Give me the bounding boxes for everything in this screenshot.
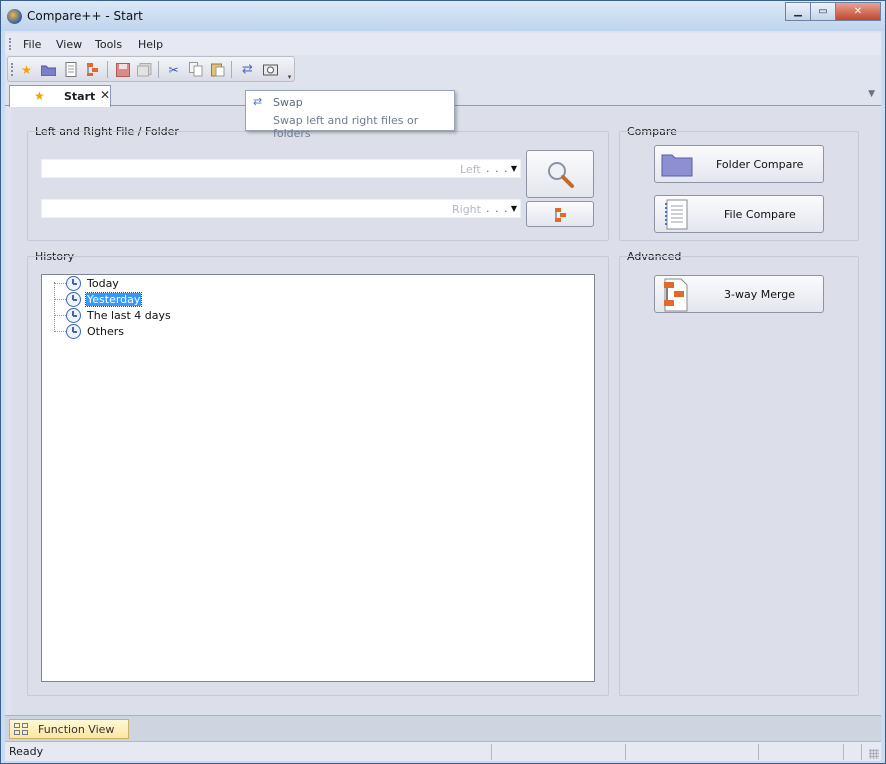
status-separator <box>491 744 492 760</box>
status-separator <box>861 744 862 760</box>
status-text: Ready <box>9 745 44 758</box>
app-window: Compare++ - Start ▁ ▭ ✕ File View Tools … <box>0 0 886 764</box>
status-separator <box>843 744 844 760</box>
menu-help[interactable]: Help <box>138 38 163 51</box>
three-way-merge-label: 3-way Merge <box>724 288 796 301</box>
history-item-label: Yesterday <box>84 292 143 307</box>
tooltip-title: Swap <box>273 96 303 109</box>
menu-bar: File View Tools Help <box>5 33 881 55</box>
menu-view[interactable]: View <box>56 38 82 51</box>
status-separator <box>625 744 626 760</box>
history-item-last-4-days[interactable]: The last 4 days <box>54 308 254 324</box>
menu-grip-handle[interactable] <box>9 38 11 50</box>
function-view-tab[interactable]: Function View <box>9 719 129 739</box>
history-tree[interactable]: Today Yesterday The last 4 days Others <box>41 274 595 682</box>
left-browse-dots[interactable]: . . . <box>486 162 508 175</box>
left-path-placeholder: Left <box>460 163 481 176</box>
three-way-merge-icon <box>664 278 688 312</box>
window-title: Compare++ - Start <box>27 9 143 23</box>
tab-list-chevron-down-icon[interactable]: ▼ <box>868 89 875 99</box>
merge-icon[interactable] <box>84 61 101 78</box>
clock-icon <box>66 276 81 291</box>
clock-icon <box>66 324 81 339</box>
file-icon <box>665 199 688 230</box>
save-icon[interactable] <box>114 61 131 78</box>
history-item-label: The last 4 days <box>87 309 171 322</box>
toolbar-separator <box>231 61 232 78</box>
advanced-group <box>619 256 859 696</box>
toolbar-separator <box>107 61 108 78</box>
close-icon[interactable]: ✕ <box>100 88 110 102</box>
three-way-merge-button[interactable]: 3-way Merge <box>654 275 824 313</box>
magnifier-icon <box>548 162 574 188</box>
tree-connector <box>54 299 66 300</box>
main-toolbar: ★ ✂ ⇄ ▾ <box>7 56 295 82</box>
chevron-down-icon[interactable]: ▼ <box>511 164 517 173</box>
merge-options-button[interactable] <box>526 201 594 227</box>
clock-icon <box>66 292 81 307</box>
copy-icon[interactable] <box>187 61 204 78</box>
file-compare-button[interactable]: File Compare <box>654 195 824 233</box>
right-path-placeholder: Right <box>452 203 481 216</box>
swap-tooltip: ⇄ Swap Swap left and right files or fold… <box>245 90 455 140</box>
grid-icon <box>14 723 28 735</box>
close-window-button[interactable]: ✕ <box>835 2 881 21</box>
folder-compare-label: Folder Compare <box>716 158 804 171</box>
function-view-label: Function View <box>38 723 115 736</box>
clock-icon <box>66 308 81 323</box>
folder-icon[interactable] <box>40 61 57 78</box>
tooltip-description: Swap left and right files or folders <box>273 114 419 140</box>
swap-icon[interactable]: ⇄ <box>239 61 256 78</box>
tree-connector <box>54 315 66 316</box>
status-separator <box>758 744 759 760</box>
star-icon[interactable]: ★ <box>18 61 35 78</box>
cut-icon[interactable]: ✂ <box>165 61 182 78</box>
snapshot-icon[interactable] <box>262 61 279 78</box>
start-page: Left and Right File / Folder Left . . . … <box>11 107 881 715</box>
history-item-label: Others <box>87 325 124 338</box>
tree-connector <box>54 283 66 284</box>
maximize-button[interactable]: ▭ <box>810 2 836 21</box>
client-area: File View Tools Help ★ ✂ ⇄ ▾ ★ Start ✕ ▼… <box>5 31 881 761</box>
tab-start[interactable]: ★ Start ✕ <box>9 85 111 107</box>
history-item-others[interactable]: Others <box>54 324 254 340</box>
merge-icon <box>555 208 566 222</box>
right-path-combo[interactable]: Right . . . ▼ <box>41 199 521 218</box>
minimize-button[interactable]: ▁ <box>785 2 811 21</box>
file-icon[interactable] <box>62 61 79 78</box>
chevron-down-icon[interactable]: ▼ <box>511 204 517 213</box>
history-item-today[interactable]: Today <box>54 276 254 292</box>
toolbar-overflow-chevron-icon[interactable]: ▾ <box>285 59 294 81</box>
file-compare-label: File Compare <box>724 208 796 221</box>
toolbar-grip-handle[interactable] <box>11 63 13 76</box>
right-browse-dots[interactable]: . . . <box>486 202 508 215</box>
paste-icon[interactable] <box>209 61 226 78</box>
save-all-icon[interactable] <box>136 61 153 78</box>
history-item-yesterday[interactable]: Yesterday <box>54 292 254 308</box>
toolbar-separator <box>158 61 159 78</box>
history-item-label: Today <box>87 277 119 290</box>
app-logo-icon <box>7 9 22 24</box>
folder-compare-button[interactable]: Folder Compare <box>654 145 824 183</box>
star-icon: ★ <box>34 89 45 103</box>
resize-grip-icon[interactable] <box>869 749 879 759</box>
menu-tools[interactable]: Tools <box>95 38 122 51</box>
tree-connector <box>54 331 66 332</box>
menu-file[interactable]: File <box>23 38 41 51</box>
tab-label: Start <box>64 90 96 103</box>
folder-icon <box>661 154 693 177</box>
file-folder-group <box>27 131 609 241</box>
status-bar: Ready <box>5 741 881 761</box>
left-path-combo[interactable]: Left . . . ▼ <box>41 159 521 178</box>
compare-search-button[interactable] <box>526 150 594 198</box>
swap-icon: ⇄ <box>253 95 263 108</box>
bottom-panel-strip: Function View <box>5 715 881 741</box>
title-bar[interactable]: Compare++ - Start ▁ ▭ ✕ <box>1 1 885 31</box>
